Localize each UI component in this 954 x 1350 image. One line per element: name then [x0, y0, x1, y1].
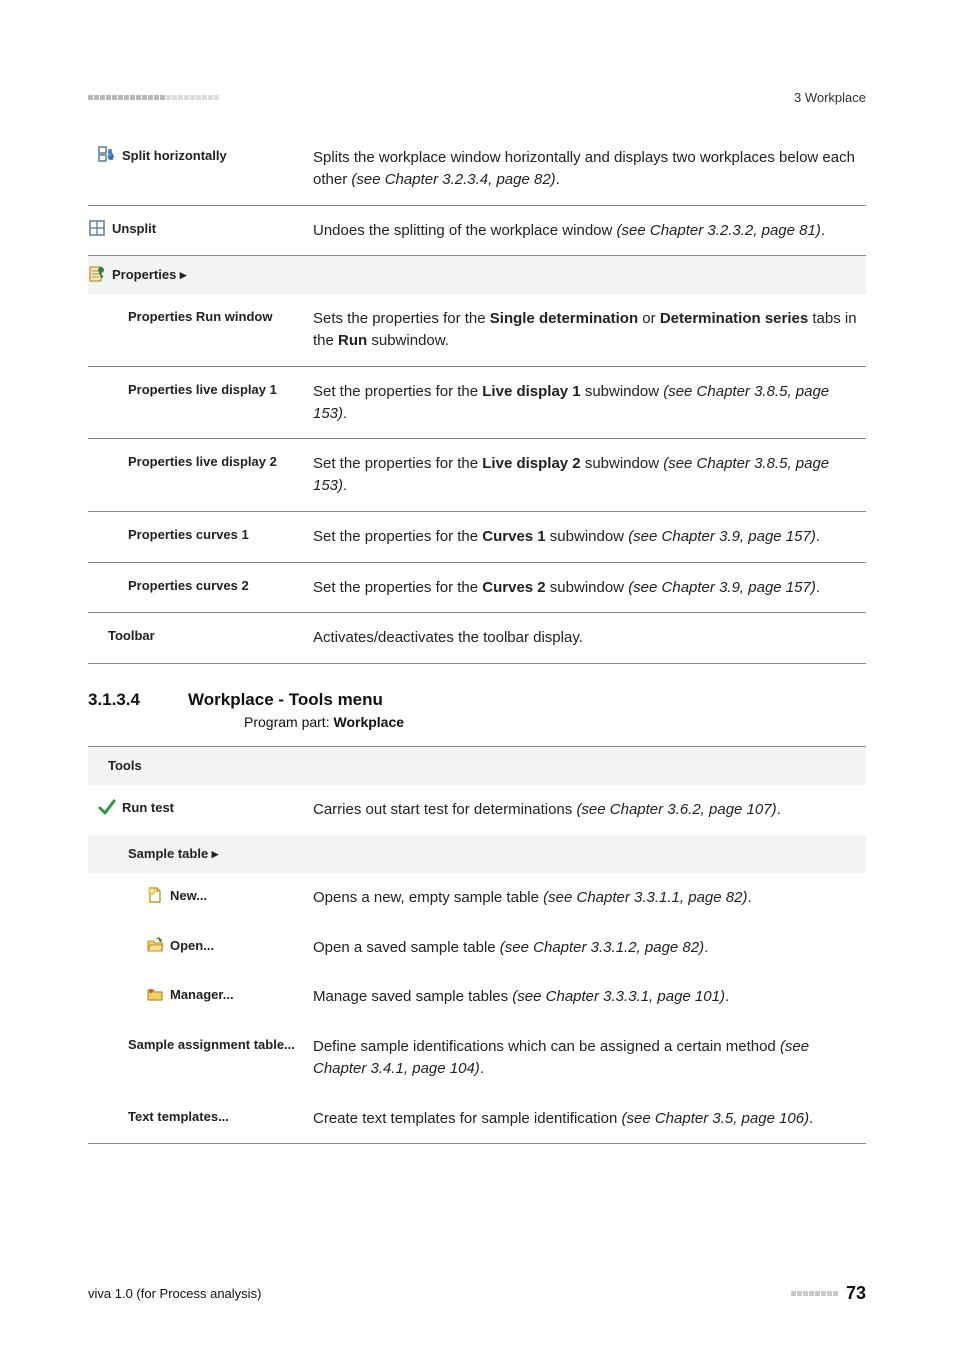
header-chapter: 3 Workplace [794, 90, 866, 105]
menu-label: Sample table ▸ [128, 846, 218, 861]
open-folder-icon [146, 936, 164, 954]
menu-row-text-templates: Text templates... Create text templates … [88, 1094, 866, 1145]
section-title: Workplace - Tools menu [188, 690, 383, 709]
menu-row-properties-header: Properties ▸ [88, 256, 866, 294]
menu-row-sample-assignment: Sample assignment table... Define sample… [88, 1022, 866, 1094]
menu-label: Tools [108, 758, 142, 773]
page-header: 3 Workplace [88, 90, 866, 105]
menu-row-open: Open... Open a saved sample table (see C… [88, 923, 866, 973]
folder-icon [146, 985, 164, 1003]
menu-description: Define sample identifications which can … [313, 1036, 866, 1080]
menu-row-toolbar: Toolbar Activates/deactivates the toolba… [88, 613, 866, 664]
menu-description: Manage saved sample tables (see Chapter … [313, 986, 866, 1008]
menu-row-sample-table: Sample table ▸ [88, 835, 866, 873]
menu-label: Toolbar [108, 628, 155, 643]
menu-description: Set the properties for the Curves 1 subw… [313, 526, 866, 548]
menu-label: Properties curves 1 [128, 527, 249, 542]
menu-label: Split horizontally [122, 147, 227, 165]
menu-label: Sample assignment table... [128, 1037, 295, 1052]
menu-description: Set the properties for the Live display … [313, 453, 866, 497]
menu-label: Manager... [170, 986, 234, 1004]
menu-description: Activates/deactivates the toolbar displa… [313, 627, 866, 649]
menu-label: Run test [122, 799, 174, 817]
menu-description: Splits the workplace window horizontally… [313, 147, 866, 191]
footer-product: viva 1.0 (for Process analysis) [88, 1286, 261, 1301]
menu-row-manager: Manager... Manage saved sample tables (s… [88, 972, 866, 1022]
page-footer: viva 1.0 (for Process analysis) 73 [88, 1283, 866, 1304]
menu-label: Text templates... [128, 1109, 229, 1124]
menu-label: Properties live display 2 [128, 454, 277, 469]
menu-row-properties-curves-1: Properties curves 1 Set the properties f… [88, 512, 866, 563]
menu-description: Open a saved sample table (see Chapter 3… [313, 937, 866, 959]
menu-label: Open... [170, 937, 214, 955]
page-number: 73 [846, 1283, 866, 1304]
menu-row-tools-header: Tools [88, 747, 866, 785]
program-part-label: Program part: Workplace [244, 714, 866, 730]
menu-table-view: Split horizontally Splits the workplace … [88, 133, 866, 664]
menu-label: New... [170, 887, 207, 905]
menu-description: Undoes the splitting of the workplace wi… [313, 220, 866, 242]
menu-table-tools: Tools Run test Carries out start test fo… [88, 746, 866, 1144]
split-horizontal-icon [98, 146, 116, 164]
section-number: 3.1.3.4 [88, 690, 188, 710]
menu-row-properties-live-2: Properties live display 2 Set the proper… [88, 439, 866, 512]
menu-description: Create text templates for sample identif… [313, 1108, 866, 1130]
menu-label: Properties live display 1 [128, 382, 277, 397]
menu-label: Properties Run window [128, 309, 272, 324]
menu-row-new: New... Opens a new, empty sample table (… [88, 873, 866, 923]
menu-description: Set the properties for the Curves 2 subw… [313, 577, 866, 599]
new-file-icon [146, 886, 164, 904]
menu-row-properties-run: Properties Run window Sets the propertie… [88, 294, 866, 367]
unsplit-icon [88, 219, 106, 237]
properties-icon [88, 265, 106, 283]
menu-description: Sets the properties for the Single deter… [313, 308, 866, 352]
check-icon [98, 798, 116, 816]
menu-row-properties-live-1: Properties live display 1 Set the proper… [88, 367, 866, 440]
section-heading: 3.1.3.4Workplace - Tools menu [88, 690, 866, 710]
menu-label: Unsplit [112, 220, 156, 238]
header-ornament [88, 95, 219, 100]
menu-description: Set the properties for the Live display … [313, 381, 866, 425]
menu-row-run-test: Run test Carries out start test for dete… [88, 785, 866, 835]
menu-description: Opens a new, empty sample table (see Cha… [313, 887, 866, 909]
menu-description: Carries out start test for determination… [313, 799, 866, 821]
menu-row-unsplit: Unsplit Undoes the splitting of the work… [88, 206, 866, 257]
menu-row-properties-curves-2: Properties curves 2 Set the properties f… [88, 563, 866, 614]
menu-label: Properties ▸ [112, 266, 186, 284]
footer-ornament [791, 1291, 838, 1296]
menu-label: Properties curves 2 [128, 578, 249, 593]
menu-row-split-horizontally: Split horizontally Splits the workplace … [88, 133, 866, 206]
